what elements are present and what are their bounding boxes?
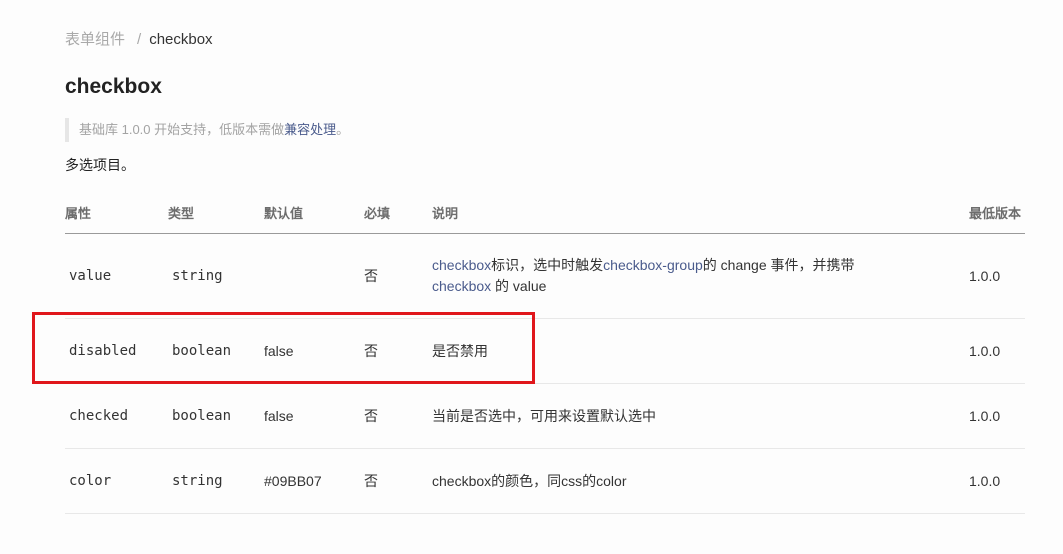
properties-table: 属性 类型 默认值 必填 说明 最低版本 value string 否 chec… xyxy=(65,192,1025,514)
cell-version: 1.0.0 xyxy=(969,233,1025,319)
cell-default: false xyxy=(264,383,364,449)
cell-required: 否 xyxy=(364,448,432,514)
support-notice: 基础库 1.0.0 开始支持，低版本需做兼容处理。 xyxy=(65,118,349,142)
table-row-checked: checked boolean false 否 当前是否选中，可用来设置默认选中… xyxy=(65,383,1025,449)
cell-desc: 当前是否选中，可用来设置默认选中 xyxy=(432,383,969,449)
header-required: 必填 xyxy=(364,192,432,234)
cell-type: string xyxy=(168,448,264,514)
cell-default: false xyxy=(264,318,364,384)
cell-type: boolean xyxy=(168,318,264,384)
compatibility-link[interactable]: 兼容处理 xyxy=(284,122,336,137)
cell-default xyxy=(264,233,364,319)
cell-version: 1.0.0 xyxy=(969,448,1025,514)
table-row-value: value string 否 checkbox标识，选中时触发checkbox-… xyxy=(65,233,1025,319)
cell-required: 否 xyxy=(364,233,432,319)
table-row-disabled: disabled boolean false 否 是否禁用 1.0.0 xyxy=(65,318,1025,384)
table-row-color: color string #09BB07 否 checkbox的颜色，同css的… xyxy=(65,448,1025,514)
cell-attr: disabled xyxy=(65,318,168,384)
doc-page: 表单组件 / checkbox checkbox 基础库 1.0.0 开始支持，低版… xyxy=(0,0,1063,554)
cell-desc: checkbox的颜色，同css的color xyxy=(432,448,969,514)
checkbox-group-link[interactable]: checkbox-group xyxy=(603,257,703,273)
cell-attr: checked xyxy=(65,383,168,449)
page-title: checkbox xyxy=(65,75,162,98)
header-attr: 属性 xyxy=(65,192,168,234)
cell-required: 否 xyxy=(364,383,432,449)
desc-text: 的 change 事件，并携带 xyxy=(702,257,855,273)
cell-type: string xyxy=(168,233,264,319)
checkbox-link[interactable]: checkbox xyxy=(432,278,491,294)
cell-type: boolean xyxy=(168,383,264,449)
cell-version: 1.0.0 xyxy=(969,318,1025,384)
cell-required: 否 xyxy=(364,318,432,384)
header-version: 最低版本 xyxy=(969,192,1025,234)
cell-attr: value xyxy=(65,233,168,319)
breadcrumb-current: checkbox xyxy=(149,31,213,48)
header-type: 类型 xyxy=(168,192,264,234)
notice-suffix: 。 xyxy=(336,122,350,137)
header-default: 默认值 xyxy=(264,192,364,234)
breadcrumb: 表单组件 / checkbox xyxy=(65,30,213,50)
breadcrumb-separator: / xyxy=(137,31,142,48)
cell-attr: color xyxy=(65,448,168,514)
table-header-row: 属性 类型 默认值 必填 说明 最低版本 xyxy=(65,192,1025,234)
desc-text: 的 value xyxy=(491,278,547,294)
cell-desc: checkbox标识，选中时触发checkbox-group的 change 事… xyxy=(432,233,969,319)
notice-text: 基础库 1.0.0 开始支持，低版本需做 xyxy=(79,122,285,137)
header-desc: 说明 xyxy=(432,192,969,234)
desc-text: 标识，选中时触发 xyxy=(491,257,604,273)
checkbox-link[interactable]: checkbox xyxy=(432,257,491,273)
cell-default: #09BB07 xyxy=(264,448,364,514)
component-description: 多选项目。 xyxy=(65,157,135,173)
cell-version: 1.0.0 xyxy=(969,383,1025,449)
cell-desc: 是否禁用 xyxy=(432,318,969,384)
breadcrumb-parent-link[interactable]: 表单组件 xyxy=(65,31,125,48)
